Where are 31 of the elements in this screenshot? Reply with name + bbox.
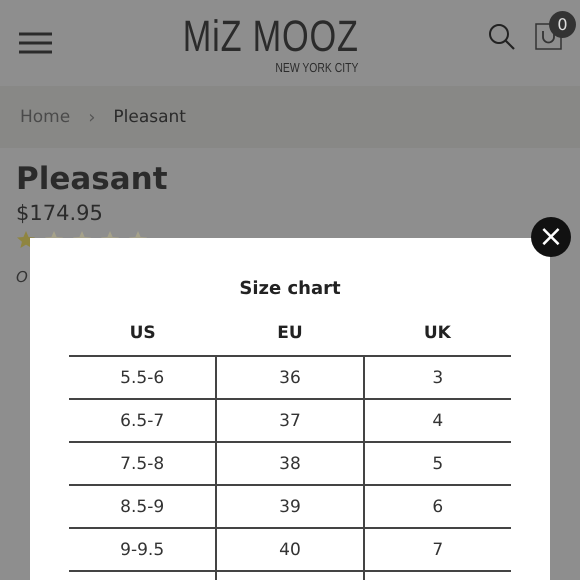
menu-icon[interactable] [18,32,53,54]
table-cell: 5 [364,442,511,485]
table-cell: 7 [364,528,511,571]
table-cell: 39 [216,485,364,528]
table-cell: 38 [216,442,364,485]
table-cell: 40 [216,528,364,571]
product-title: Pleasant [16,160,169,198]
home-link[interactable]: Home [20,107,70,127]
logo[interactable]: MiZ MOOZ [182,14,358,60]
modal-title: Size chart [238,278,342,299]
table-cell: 4 [364,399,511,442]
table-cell: 8.5-9 [69,485,216,528]
logo-subtitle: NEW YORK CITY [274,60,358,74]
table-cell: 6.5-7 [69,399,216,442]
table-cell: 3 [364,356,511,399]
table-cell: 7.5-8 [69,442,216,485]
breadcrumb-current: Pleasant [113,107,186,127]
search-icon[interactable] [488,22,515,50]
column-header: EU [216,311,364,356]
column-header: US [69,311,216,356]
column-header: UK [364,311,511,356]
product-price: $174.95 [16,200,104,227]
table-cell: 5.5-6 [69,356,216,399]
cart-count-badge: 0 [549,10,576,38]
table-cell: 36 [216,356,364,399]
product-note: O [16,268,29,286]
close-button[interactable]: × [531,217,571,257]
table-cell: 9-9.5 [69,528,216,571]
breadcrumb-separator: › [88,106,96,128]
table-cell: 37 [216,399,364,442]
table-cell: 6 [364,485,511,528]
